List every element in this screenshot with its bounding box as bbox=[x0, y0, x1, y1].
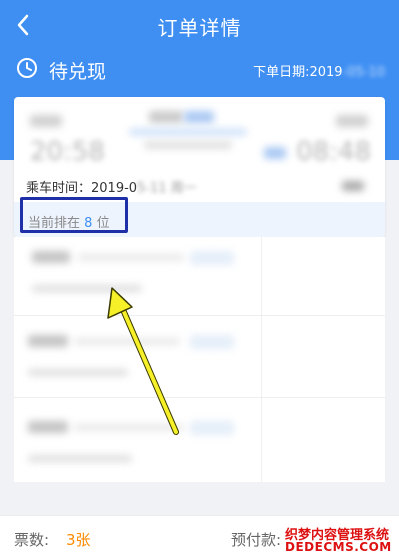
route-line-blurred bbox=[129, 129, 247, 135]
passenger-id-blurred bbox=[28, 369, 128, 376]
ride-time-prefix: 乘车时间：2019-0 bbox=[26, 181, 138, 196]
clock-icon bbox=[17, 58, 37, 78]
passenger-item[interactable] bbox=[14, 317, 385, 397]
passenger-type-blurred bbox=[74, 338, 180, 345]
order-summary-bar: 票数: 3张 预付款: 织梦内容管理系统 DEDECMS.COM bbox=[0, 515, 399, 559]
departure-time: 20:58 bbox=[30, 137, 105, 167]
order-status-row: 待兑现 下单日期:2019-05-10 bbox=[0, 52, 399, 86]
order-status: 待兑现 bbox=[49, 61, 107, 83]
train-number-blurred bbox=[149, 111, 183, 123]
passenger-tag-blurred bbox=[190, 335, 234, 349]
passenger-tag-blurred bbox=[190, 251, 234, 265]
passenger-type-blurred bbox=[74, 424, 184, 431]
order-date-prefix: 下单日期:2019 bbox=[253, 65, 343, 80]
passenger-name-blurred bbox=[32, 251, 70, 263]
passenger-list bbox=[14, 237, 385, 482]
item-divider bbox=[14, 315, 385, 316]
next-day-badge-blurred bbox=[264, 147, 286, 159]
order-date: 下单日期:2019-05-10 bbox=[253, 61, 385, 80]
ride-time-rest: 5-11 周一 bbox=[137, 181, 197, 196]
departure-station-blurred bbox=[30, 115, 62, 127]
passenger-item[interactable] bbox=[14, 399, 385, 479]
passenger-item[interactable] bbox=[14, 237, 385, 317]
arrival-time: 08:48 bbox=[296, 137, 371, 167]
nav-bar: 订单详情 bbox=[0, 0, 399, 52]
passenger-type-blurred bbox=[78, 254, 184, 261]
queue-highlight-box bbox=[20, 197, 128, 233]
train-badge-blurred bbox=[184, 111, 214, 123]
passenger-id-blurred bbox=[28, 455, 132, 462]
ticket-count-value: 3张 bbox=[66, 531, 91, 549]
passenger-name-blurred bbox=[28, 421, 68, 433]
seat-info-blurred bbox=[342, 181, 364, 191]
ticket-count-label: 票数: bbox=[14, 531, 50, 549]
passenger-tag-blurred bbox=[190, 421, 234, 435]
page-title: 订单详情 bbox=[157, 16, 242, 40]
item-divider bbox=[14, 397, 385, 398]
watermark-line2: DEDECMS.COM bbox=[285, 540, 392, 554]
passenger-name-blurred bbox=[28, 335, 68, 347]
site-watermark: 织梦内容管理系统 DEDECMS.COM bbox=[283, 524, 395, 556]
arrival-station-blurred bbox=[336, 115, 368, 127]
order-date-rest: -05-10 bbox=[342, 65, 385, 80]
duration-blurred bbox=[144, 141, 232, 149]
ride-time: 乘车时间：2019-05-11 周一 bbox=[26, 177, 197, 196]
prepayment-label: 预付款: bbox=[231, 531, 282, 549]
passenger-id-blurred bbox=[32, 285, 142, 292]
